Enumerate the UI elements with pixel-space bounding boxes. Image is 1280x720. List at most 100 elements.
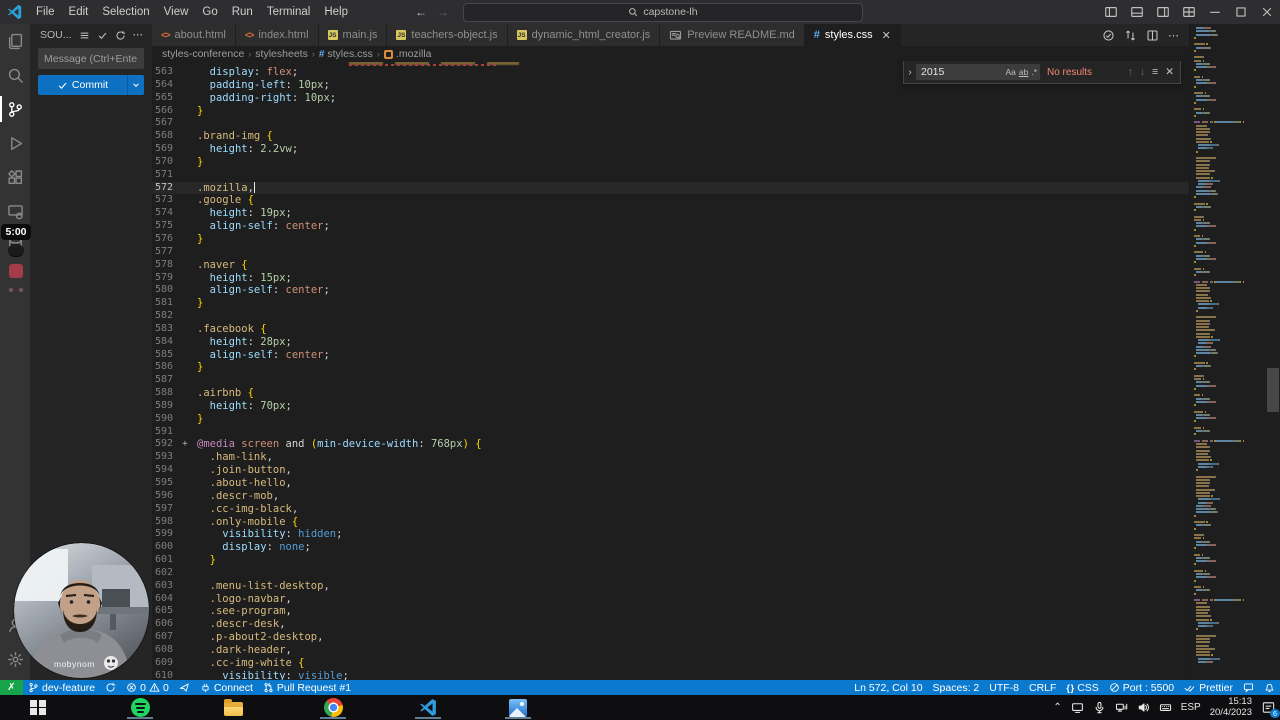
activity-source-control-icon[interactable] — [0, 92, 30, 126]
keyboard-language[interactable]: ESP — [1181, 702, 1201, 713]
cursor-position[interactable]: Ln 572, Col 10 — [849, 682, 927, 694]
commit-button[interactable]: Commit — [38, 75, 144, 95]
editor-scrollbar[interactable] — [1266, 24, 1280, 680]
menu-file[interactable]: File — [29, 0, 62, 24]
prettier-status[interactable]: Prettier — [1179, 682, 1238, 694]
code-line-576[interactable]: 576} — [152, 233, 1189, 246]
tab-teachers-object-js[interactable]: JS teachers-object.js — [387, 24, 508, 46]
commit-dropdown[interactable] — [128, 80, 144, 90]
code-line-596[interactable]: 596 .descr-mob, — [152, 490, 1189, 503]
code-line-589[interactable]: 589 height: 70px; — [152, 400, 1189, 413]
fold-icon[interactable]: + — [173, 438, 197, 451]
connect-status[interactable]: Connect — [195, 682, 258, 694]
live-server-port[interactable]: Port : 5500 — [1104, 682, 1179, 694]
activity-extensions-icon[interactable] — [0, 160, 30, 194]
tab-about-html[interactable]: <> about.html — [152, 24, 236, 46]
tray-cast-icon[interactable] — [1071, 701, 1084, 714]
breadcrumb-item[interactable]: .mozilla — [383, 48, 432, 60]
remote-indicator[interactable]: ✗ — [0, 680, 23, 695]
notifications-bell[interactable] — [1259, 682, 1280, 693]
menu-terminal[interactable]: Terminal — [260, 0, 317, 24]
code-line-580[interactable]: 580 align-self: center; — [152, 284, 1189, 297]
code-line-590[interactable]: 590} — [152, 413, 1189, 426]
forward-arrow-icon[interactable]: → — [437, 5, 449, 19]
window-minimize-button[interactable] — [1202, 0, 1228, 24]
code-line-568[interactable]: 568 .brand-img { — [152, 130, 1189, 143]
taskbar-start-icon[interactable] — [23, 695, 53, 720]
code-line-610[interactable]: 610 visibility: visible; — [152, 670, 1189, 680]
code-line-594[interactable]: 594 .join-button, — [152, 464, 1189, 477]
tray-network-icon[interactable] — [1115, 701, 1128, 714]
find-close-icon[interactable]: ✕ — [1165, 66, 1174, 78]
taskbar-explorer-icon[interactable] — [218, 695, 248, 720]
eol[interactable]: CRLF — [1024, 682, 1061, 694]
code-line-588[interactable]: 588 .airbnb { — [152, 387, 1189, 400]
code-line-591[interactable]: 591 — [152, 426, 1189, 439]
language-mode[interactable]: { } CSS — [1061, 682, 1103, 694]
tab-close-icon[interactable]: ✕ — [882, 29, 891, 42]
indentation[interactable]: Spaces: 2 — [928, 682, 985, 694]
code-line-598[interactable]: 598 .only-mobile { — [152, 516, 1189, 529]
tab-dynamic-html-creator-js[interactable]: JS dynamic_html_creator.js — [507, 24, 661, 46]
compare-changes-icon[interactable] — [1124, 29, 1137, 42]
split-editor-icon[interactable] — [1146, 29, 1159, 42]
minimap[interactable] — [1189, 24, 1266, 680]
code-line-599[interactable]: 599 visibility: hidden; — [152, 528, 1189, 541]
code-line-595[interactable]: 595 .about-hello, — [152, 477, 1189, 490]
menu-go[interactable]: Go — [195, 0, 224, 24]
toggle-sidebar-icon[interactable] — [1098, 0, 1124, 24]
code-line-600[interactable]: 600 display: none; — [152, 541, 1189, 554]
menu-edit[interactable]: Edit — [62, 0, 96, 24]
tray-keyboard-icon[interactable] — [1159, 701, 1172, 714]
code-line-567[interactable]: 567 — [152, 117, 1189, 130]
command-center-search[interactable]: capstone-lh — [462, 2, 863, 22]
breadcrumb-item[interactable]: # styles.css — [319, 48, 373, 60]
find-input[interactable] — [919, 65, 1003, 79]
breadcrumb-item[interactable]: stylesheets — [255, 48, 308, 60]
customize-layout-icon[interactable] — [1176, 0, 1202, 24]
scrollbar-thumb[interactable] — [1267, 368, 1279, 412]
code-line-582[interactable]: 582 — [152, 310, 1189, 323]
regex-icon[interactable]: .* — [1031, 67, 1037, 77]
code-line-578[interactable]: 578 .naver { — [152, 259, 1189, 272]
toggle-panel-icon[interactable] — [1124, 0, 1150, 24]
tray-chevron-up-icon[interactable]: ⌃ — [1053, 702, 1061, 713]
code-line-606[interactable]: 606 .descr-desk, — [152, 618, 1189, 631]
code-line-574[interactable]: 574 height: 19px; — [152, 207, 1189, 220]
code-line-584[interactable]: 584 height: 28px; — [152, 336, 1189, 349]
tray-mic-icon[interactable] — [1093, 701, 1106, 714]
pull-request-status[interactable]: Pull Request #1 — [258, 682, 356, 694]
code-line-592[interactable]: 592 + @media screen and (min-device-width:… — [152, 438, 1189, 451]
problems-status[interactable]: 00 — [121, 682, 174, 694]
taskbar-spotify-icon[interactable] — [125, 695, 155, 720]
action-center-icon[interactable]: 6 — [1261, 700, 1280, 718]
activity-remote-explorer-icon[interactable] — [0, 194, 30, 228]
code-editor[interactable]: 563 display: flex; 564 padding-left: 10px… — [152, 62, 1189, 680]
code-line-577[interactable]: 577 — [152, 246, 1189, 259]
refresh-icon[interactable] — [115, 29, 126, 41]
code-line-605[interactable]: 605 .see-program, — [152, 605, 1189, 618]
code-line-609[interactable]: 609 .cc-img-white { — [152, 657, 1189, 670]
code-line-593[interactable]: 593 .ham-link, — [152, 451, 1189, 464]
toggle-secondary-sidebar-icon[interactable] — [1150, 0, 1176, 24]
more-actions-icon[interactable]: ⋯ — [1168, 29, 1179, 42]
code-line-608[interactable]: 608 .dark-header, — [152, 644, 1189, 657]
taskbar-chrome-icon[interactable] — [318, 695, 348, 720]
code-line-571[interactable]: 571 — [152, 169, 1189, 182]
find-in-selection-icon[interactable]: ≡ — [1152, 66, 1158, 78]
feedback[interactable] — [1238, 682, 1259, 693]
commit-message-input[interactable] — [38, 48, 144, 69]
tab-main-js[interactable]: JS main.js — [318, 24, 388, 46]
menu-run[interactable]: Run — [225, 0, 260, 24]
breadcrumb-item[interactable]: styles-conference — [162, 48, 244, 60]
activity-explorer-icon[interactable] — [0, 24, 30, 58]
menu-selection[interactable]: Selection — [95, 0, 156, 24]
code-line-607[interactable]: 607 .p-about2-desktop, — [152, 631, 1189, 644]
code-line-573[interactable]: 573 .google { — [152, 194, 1189, 207]
git-branch-status[interactable]: dev-feature — [23, 682, 100, 694]
code-line-579[interactable]: 579 height: 15px; — [152, 272, 1189, 285]
code-line-565[interactable]: 565 padding-right: 10px; — [152, 92, 1189, 105]
more-actions-icon[interactable]: ⋯ — [133, 29, 144, 41]
code-line-587[interactable]: 587 — [152, 374, 1189, 387]
code-line-601[interactable]: 601 } — [152, 554, 1189, 567]
